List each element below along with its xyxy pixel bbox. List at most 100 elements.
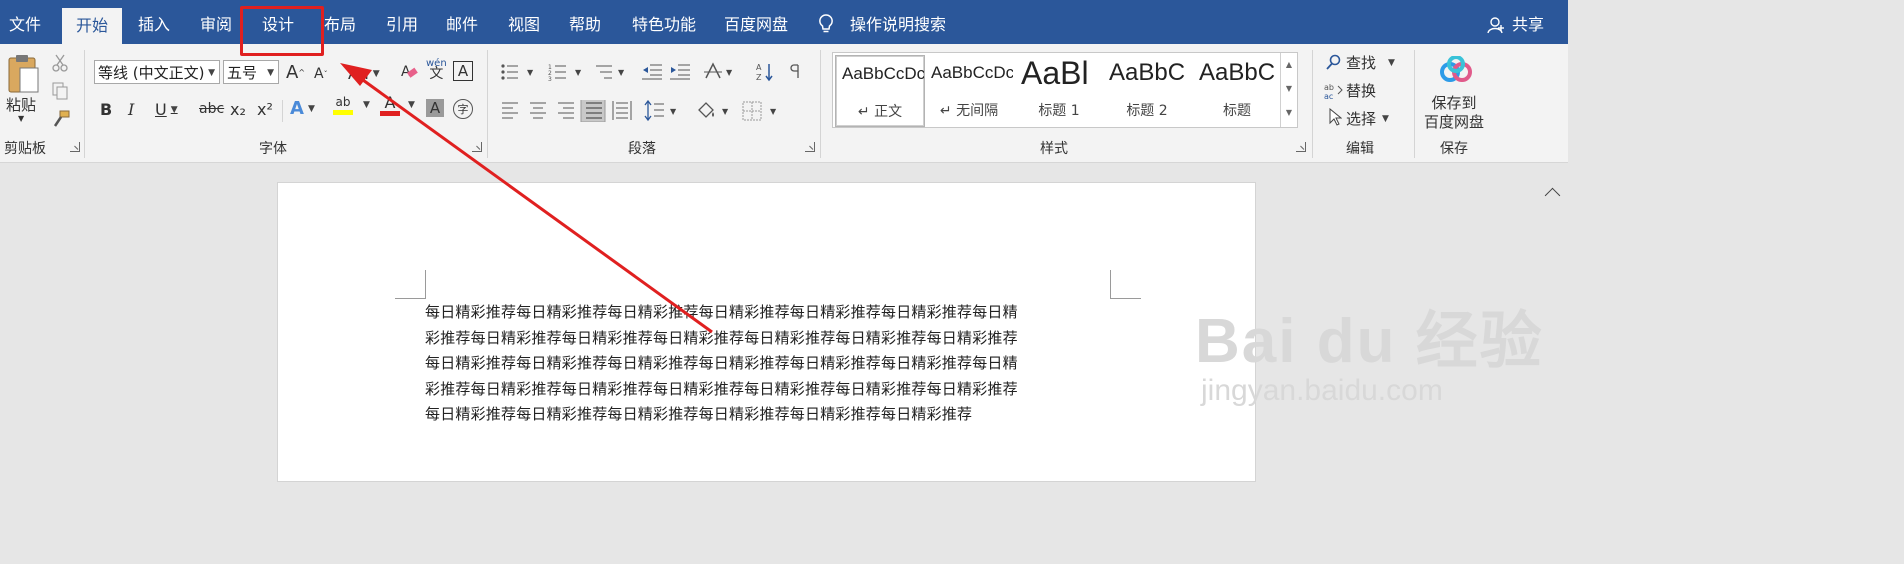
select-cursor-icon[interactable] — [1328, 108, 1342, 126]
cut-scissors-icon[interactable] — [52, 54, 68, 72]
font-color-dropdown[interactable]: ▼ — [404, 100, 415, 110]
tab-insert[interactable]: 插入 — [138, 0, 170, 44]
tab-help[interactable]: 帮助 — [569, 0, 601, 44]
grow-font-button[interactable]: A ^ — [286, 62, 305, 83]
chevron-down-icon: ▼ — [363, 100, 370, 110]
divider — [820, 50, 821, 158]
highlight-button[interactable]: ab — [333, 96, 353, 115]
style-name: 标题 2 — [1126, 103, 1168, 119]
replace-icon[interactable]: abac — [1324, 82, 1344, 100]
strikethrough-button[interactable]: abc — [199, 101, 224, 117]
decrease-indent-icon[interactable] — [642, 64, 662, 80]
increase-indent-icon[interactable] — [670, 64, 690, 80]
replace-button[interactable]: 替换 — [1346, 80, 1376, 101]
font-color-button[interactable]: A — [380, 95, 400, 116]
enclose-characters-button[interactable]: 字 — [453, 99, 473, 119]
tab-baidu-netdisk[interactable]: 百度网盘 — [724, 0, 788, 44]
style-no-spacing[interactable]: AaBbCcDc ↵ 无间隔 — [925, 55, 1013, 125]
chevron-down-icon: ▼ — [170, 104, 178, 115]
shading-bucket-icon[interactable] — [698, 102, 714, 118]
font-launcher-icon[interactable] — [472, 142, 482, 152]
gallery-scrollbar[interactable]: ▲ ▼ ▼ — [1280, 53, 1297, 127]
save-to-baidu-button[interactable]: 保存到 百度网盘 — [1424, 94, 1484, 132]
character-border-button[interactable]: A — [453, 61, 473, 81]
subscript-button[interactable]: x₂ — [230, 100, 246, 119]
chevron-down-icon[interactable]: ▼ — [726, 68, 733, 77]
chevron-down-icon[interactable]: ▼ — [770, 107, 777, 116]
search-icon[interactable] — [1326, 54, 1342, 70]
paragraph-row-1: ▼ 123 ▼ ▼ ▼ AZ — [501, 62, 800, 82]
styles-launcher-icon[interactable] — [1296, 142, 1306, 152]
margin-corner-mark — [395, 270, 426, 299]
tab-file[interactable]: 文件 — [9, 0, 41, 44]
line-spacing-icon[interactable] — [644, 100, 664, 122]
clear-formatting-icon[interactable]: A — [400, 62, 418, 80]
style-heading-2[interactable]: AaBbC 标题 2 — [1103, 55, 1191, 125]
tab-special-features[interactable]: 特色功能 — [632, 0, 696, 44]
style-title[interactable]: AaBbC 标题 — [1193, 55, 1281, 125]
bullets-icon[interactable] — [501, 64, 518, 80]
chevron-down-icon[interactable]: ▼ — [618, 68, 625, 77]
distributed-icon[interactable] — [612, 101, 632, 120]
paste-button[interactable]: 粘贴 — [6, 94, 36, 115]
underline-button[interactable]: U ▼ — [155, 100, 178, 119]
numbering-icon[interactable]: 123 — [548, 64, 566, 82]
chevron-down-icon[interactable]: ▼ — [670, 107, 677, 116]
tab-layout[interactable]: 布局 — [324, 0, 356, 44]
chevron-down-icon[interactable]: ▼ — [527, 68, 534, 77]
paragraph-launcher-icon[interactable] — [805, 142, 815, 152]
show-paragraph-marks-icon[interactable] — [790, 64, 800, 78]
highlight-dropdown[interactable]: ▼ — [359, 100, 370, 110]
tab-home[interactable]: 开始 — [62, 8, 123, 44]
collapse-ribbon-icon[interactable] — [1544, 187, 1561, 204]
chinese-layout-icon[interactable] — [704, 62, 722, 79]
font-name-select[interactable]: 等线 (中文正文) ▼ — [94, 60, 220, 84]
text-effects-label: A — [290, 98, 304, 119]
style-heading-1[interactable]: AaBl 标题 1 — [1015, 55, 1103, 125]
highlight-label: ab — [335, 95, 351, 109]
paste-dropdown[interactable]: ▼ — [18, 114, 24, 123]
tell-me-search[interactable]: 操作说明搜索 — [850, 0, 946, 44]
style-name: 标题 — [1223, 103, 1251, 119]
text-effects-button[interactable]: A ▼ — [290, 98, 315, 119]
grow-font-label: A — [286, 62, 299, 83]
superscript-button[interactable]: x² — [257, 100, 273, 119]
style-normal[interactable]: AaBbCcDc ↵ 正文 — [835, 55, 925, 127]
clipboard-launcher-icon[interactable] — [70, 142, 80, 152]
align-left-icon[interactable] — [502, 102, 518, 119]
bold-button[interactable]: B — [100, 100, 112, 119]
chevron-down-icon[interactable]: ▼ — [1281, 77, 1297, 101]
font-size-select[interactable]: 五号 ▼ — [223, 60, 279, 84]
share-person-icon[interactable] — [1487, 16, 1505, 34]
align-right-icon[interactable] — [558, 102, 574, 119]
font-size-value: 五号 — [227, 64, 258, 82]
lightbulb-icon[interactable] — [818, 14, 834, 34]
sort-icon[interactable]: AZ — [756, 63, 773, 82]
tab-mailings[interactable]: 邮件 — [446, 0, 478, 44]
phonetic-guide-button[interactable]: wén 文 — [426, 58, 447, 81]
divider — [1312, 50, 1313, 158]
baidu-netdisk-icon[interactable] — [1438, 56, 1474, 84]
tab-references[interactable]: 引用 — [386, 0, 418, 44]
tab-view[interactable]: 视图 — [508, 0, 540, 44]
select-button[interactable]: 选择 ▼ — [1346, 108, 1389, 129]
italic-button[interactable]: I — [128, 100, 134, 119]
share-button[interactable]: 共享 — [1512, 0, 1544, 44]
character-shading-button[interactable]: A — [426, 99, 444, 117]
borders-icon[interactable] — [742, 101, 762, 121]
change-case-button[interactable]: Aa ▼ — [348, 64, 380, 83]
shrink-font-button[interactable]: Aˇ — [314, 66, 328, 82]
find-button[interactable]: 查找 ▼ — [1346, 52, 1395, 73]
chevron-down-icon[interactable]: ▼ — [575, 68, 582, 77]
paste-clipboard-icon[interactable] — [6, 52, 40, 96]
chevron-down-icon[interactable]: ▼ — [722, 107, 729, 116]
align-center-icon[interactable] — [530, 102, 546, 119]
multilevel-list-icon[interactable] — [596, 65, 612, 79]
tab-review[interactable]: 审阅 — [200, 0, 232, 44]
copy-icon[interactable] — [52, 82, 68, 100]
gallery-more-icon[interactable]: ▼ — [1281, 101, 1297, 125]
document-body[interactable]: 每日精彩推荐每日精彩推荐每日精彩推荐每日精彩推荐每日精彩推荐每日精彩推荐每日精 … — [425, 300, 1115, 428]
chevron-up-icon[interactable]: ▲ — [1281, 53, 1297, 77]
styles-gallery: AaBbCcDc ↵ 正文 AaBbCcDc ↵ 无间隔 AaBl 标题 1 A… — [832, 52, 1298, 128]
format-painter-icon[interactable] — [52, 110, 70, 128]
